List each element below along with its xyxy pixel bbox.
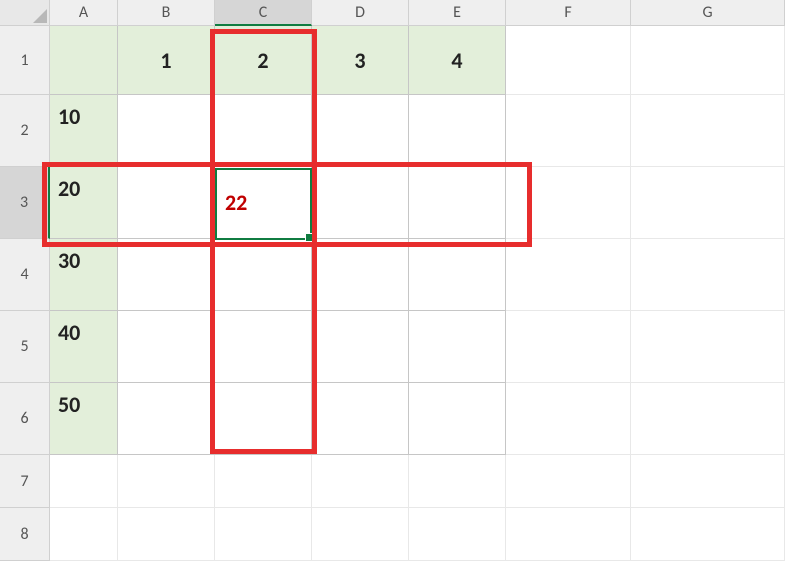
row-header-3[interactable]: 3 — [0, 167, 50, 239]
col-header-a[interactable]: A — [50, 0, 118, 26]
col-header-b[interactable]: B — [118, 0, 215, 26]
cell-g6[interactable] — [631, 383, 785, 455]
cell-d5[interactable] — [312, 311, 409, 383]
cell-a6[interactable]: 50 — [50, 383, 118, 455]
cell-g7[interactable] — [631, 455, 785, 508]
cell-a4[interactable]: 30 — [50, 239, 118, 311]
cell-g4[interactable] — [631, 239, 785, 311]
row-header-8[interactable]: 8 — [0, 508, 50, 561]
cell-g2[interactable] — [631, 95, 785, 167]
cell-f6[interactable] — [506, 383, 631, 455]
cell-g8[interactable] — [631, 508, 785, 561]
cell-c7[interactable] — [215, 455, 312, 508]
cell-d6[interactable] — [312, 383, 409, 455]
cell-f4[interactable] — [506, 239, 631, 311]
cell-f3[interactable] — [506, 167, 631, 239]
cell-d3[interactable] — [312, 167, 409, 239]
cell-a7[interactable] — [50, 455, 118, 508]
cell-e7[interactable] — [409, 455, 506, 508]
col-header-e[interactable]: E — [409, 0, 506, 26]
col-header-c[interactable]: C — [215, 0, 312, 26]
cell-f5[interactable] — [506, 311, 631, 383]
cell-d2[interactable] — [312, 95, 409, 167]
cell-d7[interactable] — [312, 455, 409, 508]
cell-f8[interactable] — [506, 508, 631, 561]
cell-a1[interactable] — [50, 26, 118, 95]
cell-c2[interactable] — [215, 95, 312, 167]
cell-g5[interactable] — [631, 311, 785, 383]
select-all-corner[interactable] — [0, 0, 50, 26]
cell-f1[interactable] — [506, 26, 631, 95]
col-header-f[interactable]: F — [506, 0, 631, 26]
cell-g3[interactable] — [631, 167, 785, 239]
cell-c1[interactable]: 2 — [215, 26, 312, 95]
cell-c8[interactable] — [215, 508, 312, 561]
cell-e3[interactable] — [409, 167, 506, 239]
row-header-5[interactable]: 5 — [0, 311, 50, 383]
cell-a2[interactable]: 10 — [50, 95, 118, 167]
cell-b4[interactable] — [118, 239, 215, 311]
cell-f7[interactable] — [506, 455, 631, 508]
cell-d1[interactable]: 3 — [312, 26, 409, 95]
cell-c3[interactable]: 22 — [215, 167, 312, 239]
cell-b8[interactable] — [118, 508, 215, 561]
cell-e2[interactable] — [409, 95, 506, 167]
row-header-6[interactable]: 6 — [0, 383, 50, 455]
cell-d4[interactable] — [312, 239, 409, 311]
col-header-d[interactable]: D — [312, 0, 409, 26]
cell-e5[interactable] — [409, 311, 506, 383]
cell-b7[interactable] — [118, 455, 215, 508]
cell-c5[interactable] — [215, 311, 312, 383]
col-header-g[interactable]: G — [631, 0, 785, 26]
cell-e8[interactable] — [409, 508, 506, 561]
cell-b6[interactable] — [118, 383, 215, 455]
cell-c6[interactable] — [215, 383, 312, 455]
cell-a3[interactable]: 20 — [50, 167, 118, 239]
cell-b5[interactable] — [118, 311, 215, 383]
row-header-1[interactable]: 1 — [0, 26, 50, 95]
cell-f2[interactable] — [506, 95, 631, 167]
cell-e4[interactable] — [409, 239, 506, 311]
cell-a8[interactable] — [50, 508, 118, 561]
cell-g1[interactable] — [631, 26, 785, 95]
cell-a5[interactable]: 40 — [50, 311, 118, 383]
row-header-4[interactable]: 4 — [0, 239, 50, 311]
row-header-2[interactable]: 2 — [0, 95, 50, 167]
cell-c4[interactable] — [215, 239, 312, 311]
cell-e1[interactable]: 4 — [409, 26, 506, 95]
cell-b1[interactable]: 1 — [118, 26, 215, 95]
cell-d8[interactable] — [312, 508, 409, 561]
cell-b3[interactable] — [118, 167, 215, 239]
row-header-7[interactable]: 7 — [0, 455, 50, 508]
cell-e6[interactable] — [409, 383, 506, 455]
cell-b2[interactable] — [118, 95, 215, 167]
